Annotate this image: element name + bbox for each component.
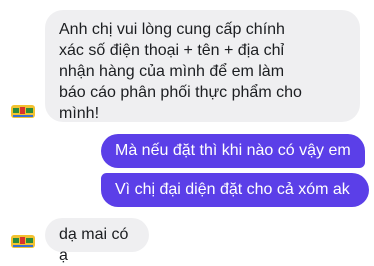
incoming-message-bubble[interactable]: Anh chị vui lòng cung cấp chính xác số đ… [45,10,360,122]
shop-logo-avatar-icon[interactable] [8,226,38,256]
incoming-message-bubble[interactable]: dạ mai có ạ [45,218,149,264]
outgoing-message-bubble[interactable]: Mà nếu đặt thì khi nào có vậy em [101,134,365,168]
shop-logo-avatar-icon[interactable] [8,96,38,126]
outgoing-message-bubble[interactable]: Vì chị đại diện đặt cho cả xóm ak [101,173,369,207]
